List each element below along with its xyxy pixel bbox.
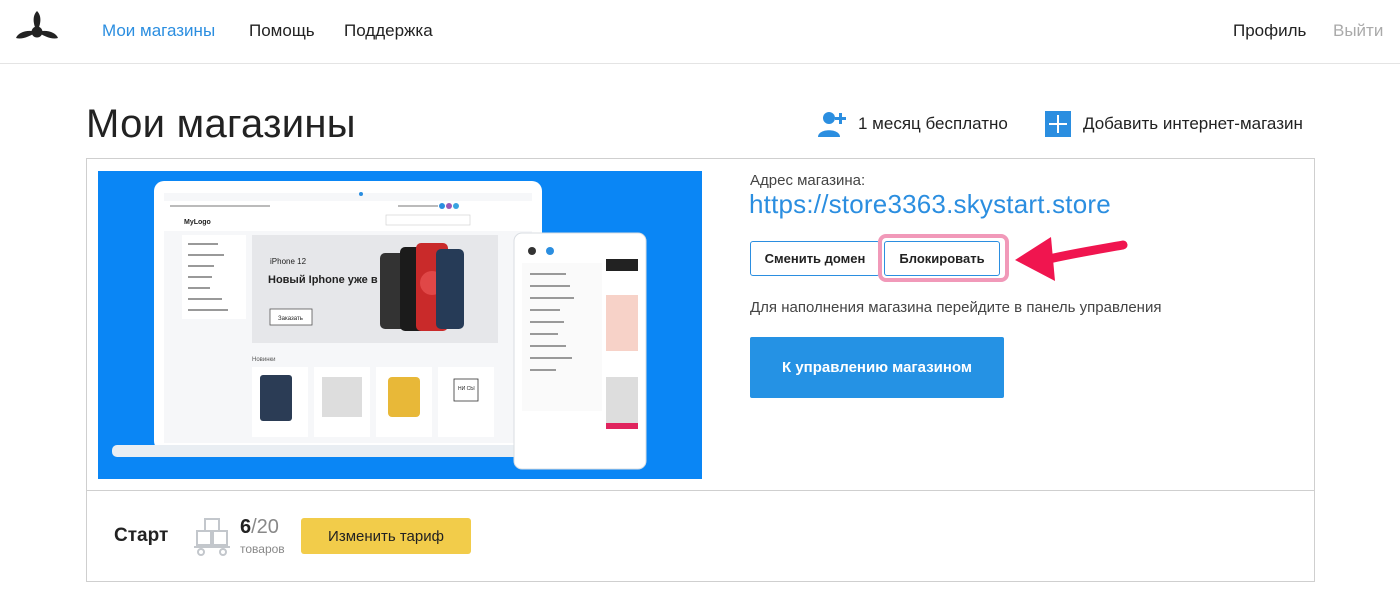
nav-help[interactable]: Помощь (249, 20, 315, 42)
preview-brand: MyLogo (184, 219, 211, 226)
change-plan-button[interactable]: Изменить тариф (301, 518, 471, 554)
address-label: Адрес магазина: (750, 172, 866, 189)
change-domain-button[interactable]: Сменить домен (750, 241, 880, 276)
preview-promo-button: Заказать (278, 316, 303, 322)
preview-section-title: Новинки (252, 357, 276, 363)
nav-logout[interactable]: Выйти (1333, 20, 1383, 42)
add-store-label: Добавить интернет-магазин (1083, 114, 1303, 133)
free-month-link[interactable]: 1 месяц бесплатно (818, 108, 1008, 140)
card-divider (87, 490, 1314, 491)
store-preview-image: MyLogo iPhone 12 Новый Iphone уже в нали… (98, 171, 702, 479)
arrow-annotation-icon (1015, 237, 1128, 281)
boxes-icon (194, 518, 230, 556)
store-card: MyLogo iPhone 12 Новый Iphone уже в нали… (86, 158, 1315, 582)
plus-icon (1045, 111, 1071, 137)
block-button[interactable]: Блокировать (884, 241, 1000, 276)
nav-profile[interactable]: Профиль (1233, 20, 1306, 42)
plan-name: Старт (114, 525, 169, 546)
product-count-total: /20 (251, 516, 279, 538)
page-title: Мои магазины (86, 102, 356, 146)
add-store-link[interactable]: Добавить интернет-магазин (1045, 108, 1303, 140)
nav-support[interactable]: Поддержка (344, 20, 433, 42)
product-count: 6/20 (240, 516, 279, 539)
add-user-icon (818, 112, 846, 137)
manage-hint: Для наполнения магазина перейдите в пане… (750, 299, 1162, 316)
preview-promo-model: iPhone 12 (270, 257, 307, 266)
manage-store-button[interactable]: К управлению магазином (750, 337, 1004, 398)
product-count-unit: товаров (240, 542, 285, 556)
store-address-link[interactable]: https://store3363.skystart.store (749, 189, 1111, 220)
preview-sign-text: НИ СЫ (458, 386, 475, 392)
free-month-label: 1 месяц бесплатно (858, 114, 1008, 133)
logo-icon[interactable] (14, 10, 60, 54)
top-nav: Мои магазины Помощь Поддержка Профиль Вы… (0, 0, 1400, 64)
nav-my-stores[interactable]: Мои магазины (102, 20, 215, 42)
product-count-used: 6 (240, 516, 252, 538)
